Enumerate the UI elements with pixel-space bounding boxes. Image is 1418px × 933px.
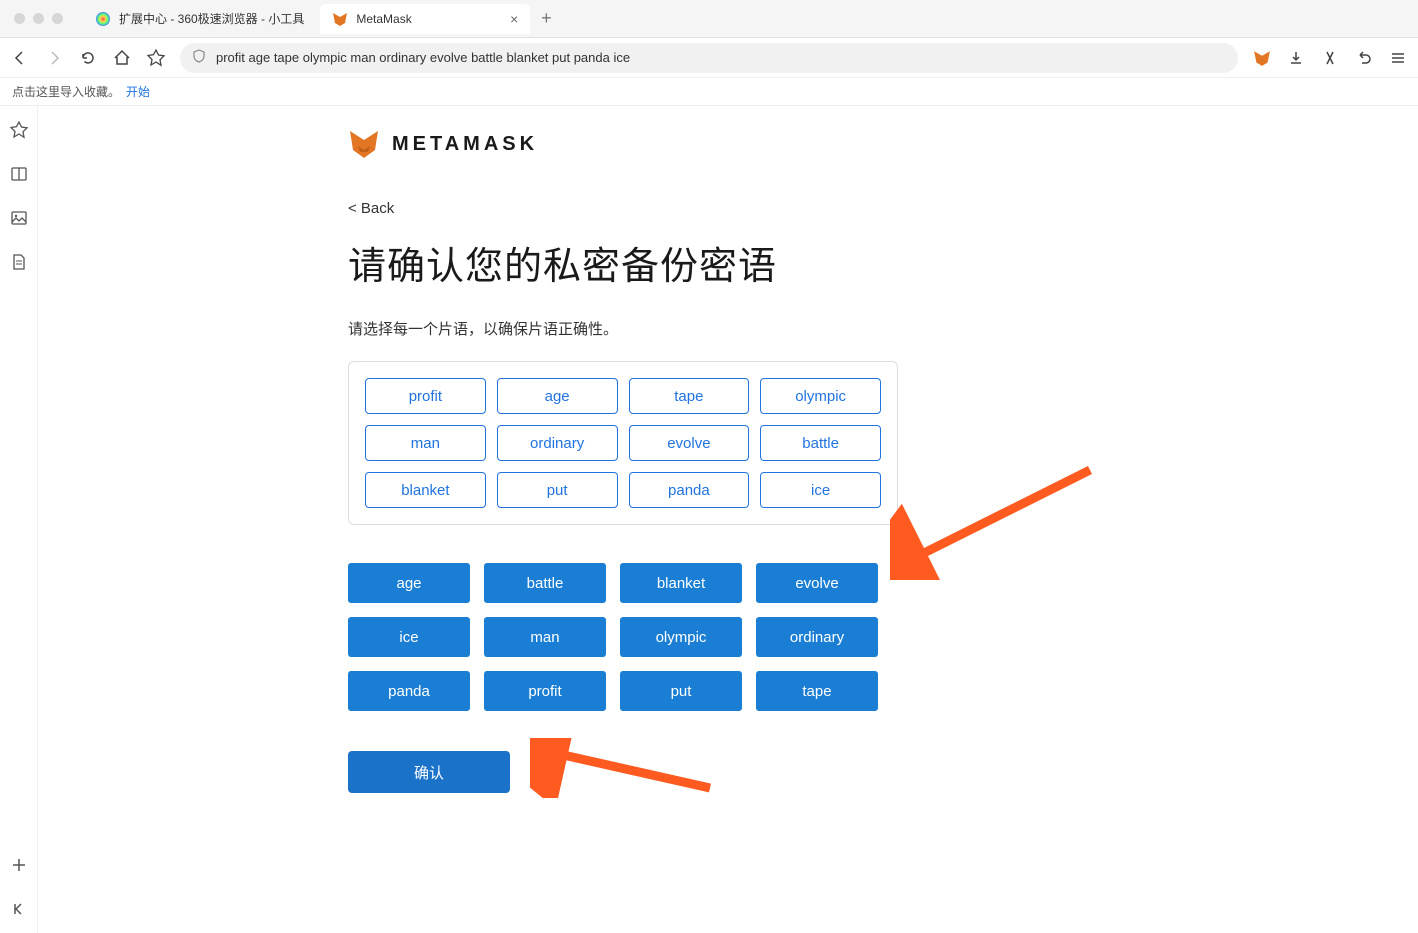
metamask-brand: METAMASK (348, 128, 908, 160)
plus-icon: + (541, 8, 552, 29)
window-traffic-lights (14, 13, 63, 24)
choice-word-battle[interactable]: battle (484, 563, 606, 603)
address-text: profit age tape olympic man ordinary evo… (216, 50, 630, 65)
page-title: 请确认您的私密备份密语 (348, 235, 908, 290)
selected-word-evolve[interactable]: evolve (629, 425, 750, 461)
selected-word-battle[interactable]: battle (760, 425, 881, 461)
download-button[interactable] (1286, 48, 1306, 68)
document-icon[interactable] (9, 252, 29, 272)
tab-label: 扩展中心 - 360极速浏览器 - 小工具 (119, 10, 304, 27)
selected-word-panda[interactable]: panda (629, 472, 750, 508)
tab-extension-center[interactable]: 扩展中心 - 360极速浏览器 - 小工具 (83, 4, 316, 34)
back-button[interactable] (10, 48, 30, 68)
import-hint: 点击这里导入收藏。 (12, 83, 120, 100)
choice-word-olympic[interactable]: olympic (620, 617, 742, 657)
choice-grid: age battle blanket evolve iceman olympic ordin… (348, 563, 878, 711)
minimize-dot[interactable] (33, 13, 44, 24)
rainbow-favicon-icon (95, 11, 111, 27)
selected-word-man[interactable]: man (365, 425, 486, 461)
selected-word-blanket[interactable]: blanket (365, 472, 486, 508)
selected-word-tape[interactable]: tape (629, 378, 750, 414)
forward-button[interactable] (44, 48, 64, 68)
address-bar[interactable]: profit age tape olympic man ordinary evo… (180, 43, 1238, 73)
window-titlebar: 扩展中心 - 360极速浏览器 - 小工具 MetaMask × + (0, 0, 1418, 38)
back-link[interactable]: < Back (348, 200, 908, 217)
bookmarks-bar: 点击这里导入收藏。 开始 (0, 78, 1418, 106)
metamask-extension-icon[interactable] (1252, 48, 1272, 68)
reload-button[interactable] (78, 48, 98, 68)
shield-icon (192, 49, 206, 66)
add-icon[interactable] (9, 855, 29, 875)
maximize-dot[interactable] (52, 13, 63, 24)
left-sidebar (0, 106, 38, 933)
tab-strip: 扩展中心 - 360极速浏览器 - 小工具 MetaMask × + (83, 0, 558, 37)
selected-word-ordinary[interactable]: ordinary (497, 425, 618, 461)
selected-word-age[interactable]: age (497, 378, 618, 414)
undo-button[interactable] (1354, 48, 1374, 68)
collapse-icon[interactable] (9, 899, 29, 919)
choice-word-tape[interactable]: tape (756, 671, 878, 711)
favorite-button[interactable] (146, 48, 166, 68)
fox-favicon-icon (332, 11, 348, 27)
selected-word-profit[interactable]: profit (365, 378, 486, 414)
choice-word-ice[interactable]: ice (348, 617, 470, 657)
choice-word-blanket[interactable]: blanket (620, 563, 742, 603)
close-icon[interactable]: × (510, 11, 518, 27)
tab-label: MetaMask (356, 12, 411, 26)
home-button[interactable] (112, 48, 132, 68)
image-icon[interactable] (9, 208, 29, 228)
choice-word-ordinary[interactable]: ordinary (756, 617, 878, 657)
browser-toolbar: profit age tape olympic man ordinary evo… (0, 38, 1418, 78)
choice-word-put[interactable]: put (620, 671, 742, 711)
page-subtitle: 请选择每一个片语，以确保片语正确性。 (348, 318, 908, 339)
brand-text: METAMASK (392, 133, 538, 156)
choice-word-profit[interactable]: profit (484, 671, 606, 711)
choice-word-evolve[interactable]: evolve (756, 563, 878, 603)
selected-word-olympic[interactable]: olympic (760, 378, 881, 414)
choice-word-man[interactable]: man (484, 617, 606, 657)
choice-word-panda[interactable]: panda (348, 671, 470, 711)
tab-metamask[interactable]: MetaMask × (320, 4, 530, 34)
menu-button[interactable] (1388, 48, 1408, 68)
close-dot[interactable] (14, 13, 25, 24)
new-tab-button[interactable]: + (534, 7, 558, 31)
selected-word-ice[interactable]: ice (760, 472, 881, 508)
screenshot-button[interactable] (1320, 48, 1340, 68)
page-content: METAMASK < Back 请确认您的私密备份密语 请选择每一个片语，以确保… (38, 106, 1418, 933)
book-icon[interactable] (9, 164, 29, 184)
selected-seed-box: profit agetape olympic man ordinary evolve bat… (348, 361, 898, 525)
fox-logo-icon (348, 128, 380, 160)
choice-word-age[interactable]: age (348, 563, 470, 603)
start-link[interactable]: 开始 (126, 83, 150, 100)
star-icon[interactable] (9, 120, 29, 140)
confirm-button[interactable]: 确认 (348, 751, 510, 793)
selected-word-put[interactable]: put (497, 472, 618, 508)
